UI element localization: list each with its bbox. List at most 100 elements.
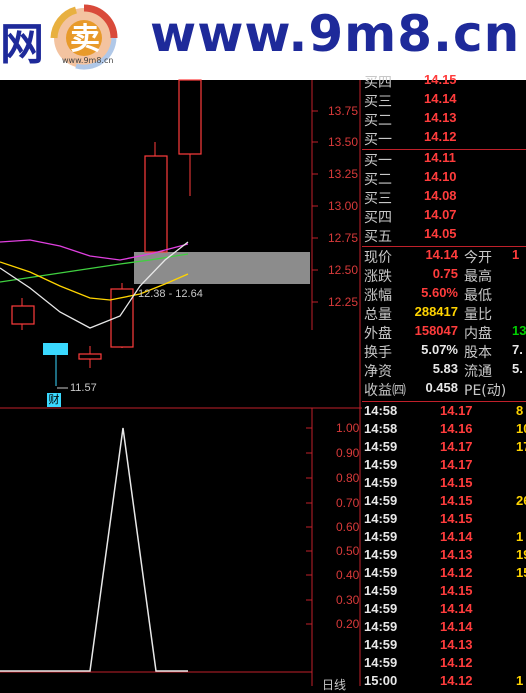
quote-value: 14.14 — [425, 247, 458, 262]
candle-5 — [144, 142, 168, 253]
tick-time: 14:59 — [364, 493, 398, 508]
tick-time: 14:59 — [364, 583, 398, 598]
tick-price: 14.12 — [440, 655, 473, 670]
tick-row: 14:58 14.17 8 — [362, 403, 526, 421]
tick-row: 14:59 14.15 — [362, 475, 526, 493]
tick-price: 14.17 — [440, 439, 473, 454]
tick-price: 14.16 — [440, 421, 473, 436]
quote-label-2: 最低 — [464, 288, 492, 304]
indicator-chart[interactable] — [0, 408, 312, 674]
quote-row: 现价 14.14 今开 1 — [362, 247, 526, 266]
tick-volume: 8 — [516, 403, 524, 418]
price-tick-5: 12.75 — [328, 231, 359, 245]
order-book-row: 买二 14.13 — [364, 110, 457, 129]
tick-price: 14.13 — [440, 547, 473, 562]
tick-row: 14:59 14.15 — [362, 583, 526, 601]
candle-3 — [78, 346, 102, 368]
quote-row: 收益㈣ 0.458 PE(动) — [362, 380, 526, 399]
candle-4 — [110, 283, 134, 348]
quote-value: 158047 — [414, 323, 458, 338]
order-book-row: 买四 14.07 — [364, 207, 457, 226]
order-book-row: 买三 14.08 — [364, 188, 457, 207]
tick-time: 14:59 — [364, 439, 398, 454]
quote-value: 5.60% — [421, 285, 458, 300]
tick-time: 14:59 — [364, 547, 398, 562]
tick-price: 14.15 — [440, 511, 473, 526]
tick-price: 14.14 — [440, 619, 473, 634]
ind-tick-6: 0.50 — [336, 544, 360, 558]
tick-time: 14:59 — [364, 565, 398, 580]
order-book-row: 买三 14.14 — [364, 91, 457, 110]
tick-time: 14:59 — [364, 529, 398, 544]
quote-value: 288417 — [414, 304, 458, 319]
ind-tick-3: 0.80 — [336, 471, 360, 485]
low-price-label: 11.57 — [70, 382, 97, 394]
tick-row: 14:59 14.14 — [362, 601, 526, 619]
quote-label-2: 流通 — [464, 364, 492, 380]
quote-value: 0.458 — [425, 380, 458, 395]
ind-tick-4: 0.70 — [336, 496, 360, 510]
price-tick-7: 12.25 — [328, 295, 359, 309]
quote-label: 外盘 — [364, 326, 392, 342]
tick-price: 14.17 — [440, 403, 473, 418]
tick-row: 14:59 14.13 19 — [362, 547, 526, 565]
quote-label-2: PE(动) — [464, 383, 507, 399]
tick-price: 14.15 — [440, 493, 473, 508]
quote-label: 涨跌 — [364, 269, 392, 285]
tick-time: 14:59 — [364, 511, 398, 526]
tick-time: 14:58 — [364, 403, 398, 418]
quote-label: 换手 — [364, 345, 392, 361]
tick-volume: 19 — [516, 547, 526, 562]
tick-time: 14:59 — [364, 457, 398, 472]
tick-volume: 10 — [516, 421, 526, 436]
quote-label-2: 内盘 — [464, 326, 492, 342]
order-book-row: 买五 14.05 — [364, 226, 457, 245]
quote-row: 换手 5.07% 股本 7. — [362, 342, 526, 361]
tick-price: 14.12 — [440, 565, 473, 580]
tick-time: 14:59 — [364, 655, 398, 670]
tick-price: 14.14 — [440, 601, 473, 616]
quote-label: 总量 — [364, 307, 392, 323]
price-tick-4: 13.00 — [328, 199, 359, 213]
tick-row: 14:59 14.15 — [362, 511, 526, 529]
quote-label-2: 今开 — [464, 250, 492, 266]
tick-time: 14:59 — [364, 475, 398, 490]
quote-value-2: 5. — [512, 361, 523, 376]
tick-price: 14.17 — [440, 457, 473, 472]
ind-tick-9: 0.20 — [336, 617, 360, 631]
tick-row: 14:59 14.17 — [362, 457, 526, 475]
order-book-row: 买一 14.11 — [364, 150, 456, 169]
tick-volume: 1 — [516, 529, 524, 544]
tick-price: 14.13 — [440, 637, 473, 652]
price-range-label: 12.38 - 12.64 — [138, 288, 203, 300]
quote-label: 净资 — [364, 364, 392, 380]
quote-label: 涨幅 — [364, 288, 392, 304]
price-tick-1: 13.75 — [328, 104, 359, 118]
finance-badge[interactable]: 财 — [47, 393, 61, 407]
tick-row: 14:58 14.16 10 — [362, 421, 526, 439]
quote-value: 0.75 — [432, 266, 458, 281]
tick-price: 14.15 — [440, 583, 473, 598]
indicator-line — [0, 427, 188, 672]
tick-price: 14.14 — [440, 529, 473, 544]
tick-row: 14:59 14.12 15 — [362, 565, 526, 583]
candle-2 — [43, 343, 68, 386]
ind-tick-8: 0.30 — [336, 593, 360, 607]
ind-tick-7: 0.40 — [336, 568, 360, 582]
ind-tick-5: 0.60 — [336, 520, 360, 534]
tick-row: 14:59 14.14 — [362, 619, 526, 637]
period-label[interactable]: 日线 — [322, 676, 346, 693]
order-book-row: 买四 14.15 — [364, 72, 457, 91]
quote-label: 收益㈣ — [364, 383, 406, 399]
quote-value-2: 1 — [512, 247, 520, 262]
tick-row: 14:59 14.17 17 — [362, 439, 526, 457]
tick-row: 14:59 14.13 — [362, 637, 526, 655]
tick-row: 14:59 14.14 1 — [362, 529, 526, 547]
price-tick-2: 13.50 — [328, 135, 359, 149]
tick-time: 14:59 — [364, 637, 398, 652]
order-book-row: 买一 14.12 — [364, 129, 457, 148]
tick-price: 14.15 — [440, 475, 473, 490]
price-tick-6: 12.50 — [328, 263, 359, 277]
price-range-box — [134, 252, 310, 284]
tick-time: 14:58 — [364, 421, 398, 436]
